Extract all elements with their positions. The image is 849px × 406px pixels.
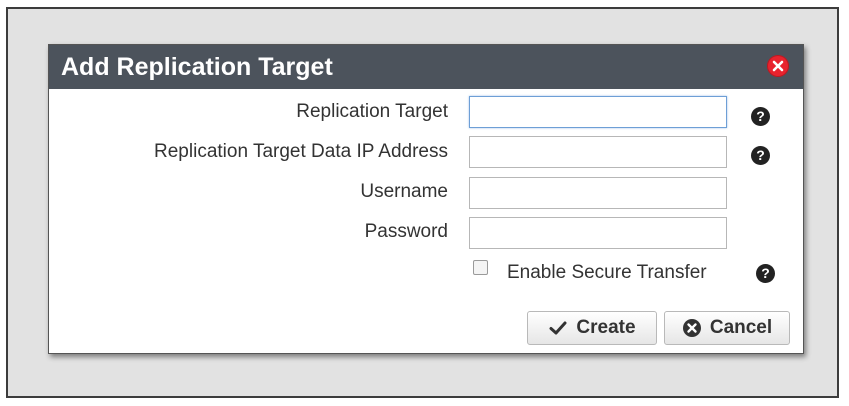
add-replication-target-dialog: Add Replication Target Replication Targe… [48,44,804,354]
username-label: Username [360,181,448,202]
secure-transfer-help-icon[interactable]: ? [756,264,775,283]
create-button-label: Create [576,317,636,338]
data-ip-input[interactable] [469,136,727,168]
password-label: Password [364,221,448,242]
cancel-button[interactable]: Cancel [664,311,790,345]
data-ip-label: Replication Target Data IP Address [154,141,448,162]
password-input[interactable] [469,217,727,249]
secure-transfer-checkbox[interactable] [473,260,488,275]
close-icon[interactable] [767,55,789,77]
checkmark-icon [548,318,568,338]
secure-transfer-label: Enable Secure Transfer [507,262,707,283]
times-circle-icon [682,318,702,338]
replication-target-input[interactable] [469,96,727,128]
username-input[interactable] [469,177,727,209]
create-button[interactable]: Create [527,311,657,345]
cancel-button-label: Cancel [709,317,773,338]
data-ip-help-icon[interactable]: ? [751,146,770,165]
replication-target-label: Replication Target [296,101,448,122]
dialog-titlebar: Add Replication Target [49,45,803,89]
replication-target-help-icon[interactable]: ? [751,107,770,126]
dialog-title: Add Replication Target [61,53,333,81]
